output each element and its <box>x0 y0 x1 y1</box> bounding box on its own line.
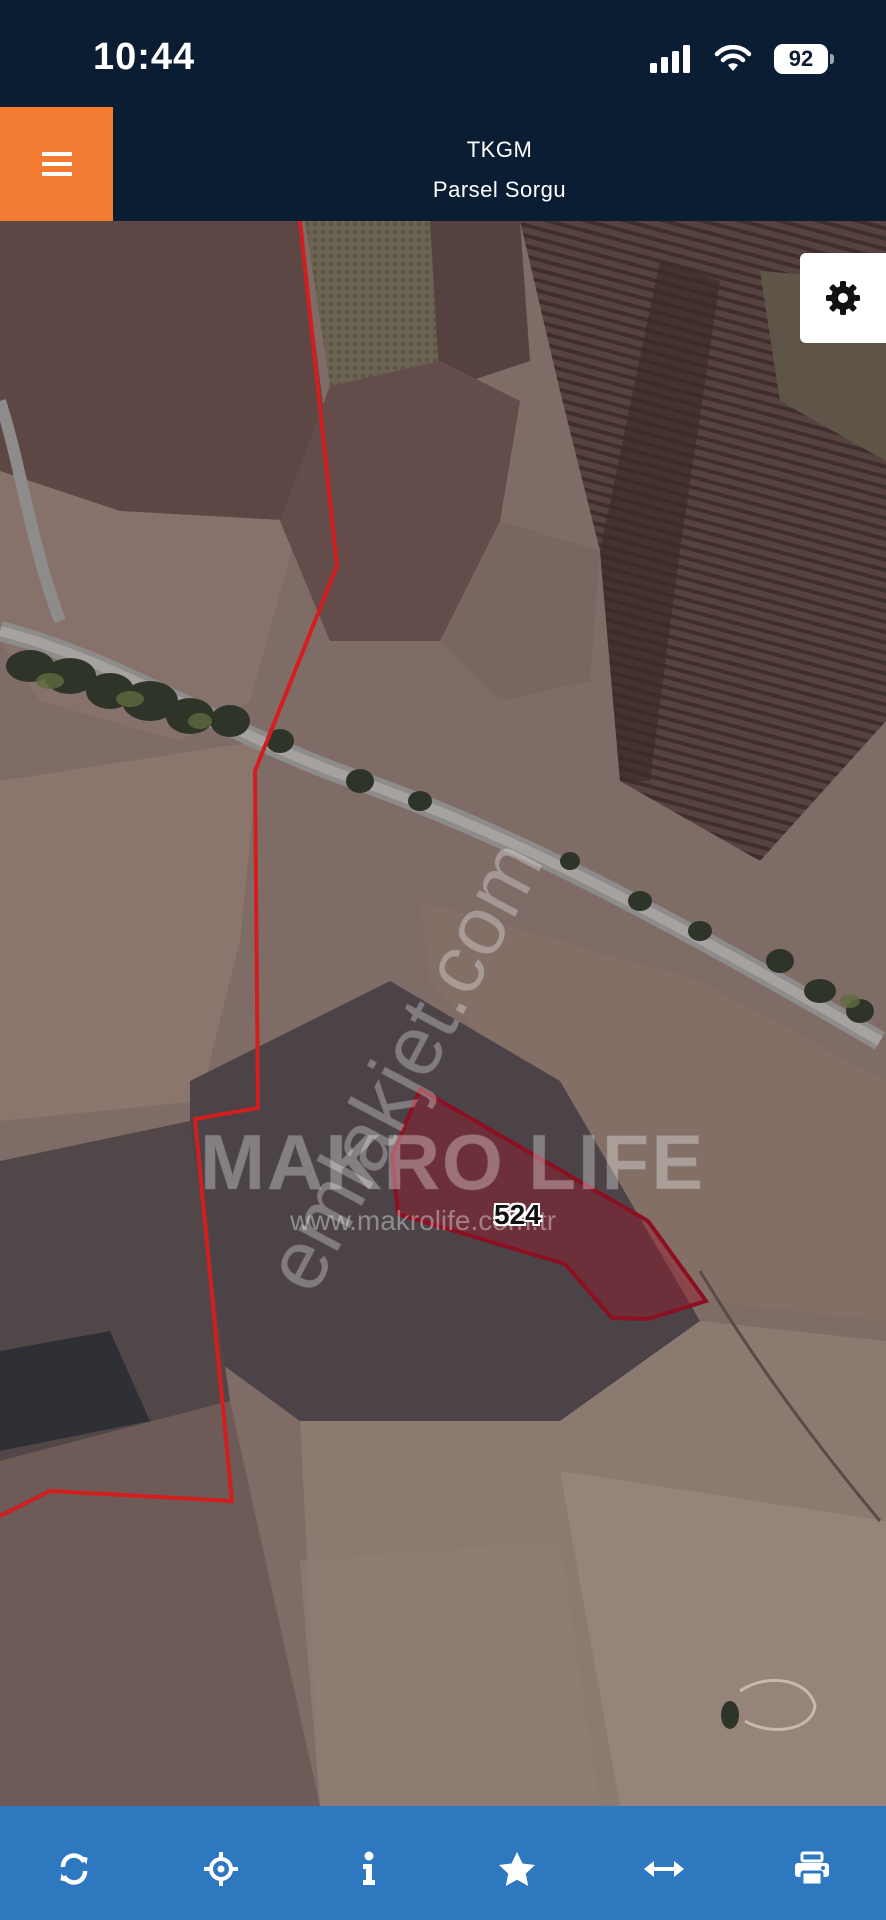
status-time: 10:44 <box>93 36 196 78</box>
status-icons: 92 <box>650 42 834 76</box>
print-icon <box>795 1851 830 1887</box>
measure-icon <box>644 1861 685 1877</box>
map-settings-button[interactable] <box>800 253 886 343</box>
print-button[interactable] <box>782 1844 842 1894</box>
refresh-icon <box>60 1853 88 1885</box>
battery-level: 92 <box>788 46 814 71</box>
parcel-number-label[interactable]: 524 <box>494 1199 541 1231</box>
menu-button[interactable] <box>0 107 113 221</box>
hamburger-menu-icon <box>41 152 72 176</box>
app-title: TKGM <box>466 137 533 162</box>
battery-icon: 92 <box>774 44 834 74</box>
info-icon <box>363 1851 376 1885</box>
signal-icon <box>650 45 690 73</box>
locate-icon <box>204 1852 239 1886</box>
favorite-star-icon <box>498 1852 535 1886</box>
gear-icon <box>826 281 860 315</box>
refresh-button[interactable] <box>44 1844 104 1894</box>
watermark-brand: MAKRO LIFE <box>199 1118 706 1207</box>
app-subtitle: Parsel Sorgu <box>432 177 567 202</box>
wifi-icon <box>714 45 752 71</box>
measure-button[interactable] <box>634 1844 694 1894</box>
app-header: TKGM Parsel Sorgu <box>0 107 886 221</box>
favorite-button[interactable] <box>487 1844 547 1894</box>
locate-button[interactable] <box>191 1844 251 1894</box>
bottom-toolbar <box>0 1806 886 1920</box>
info-button[interactable] <box>339 1844 399 1894</box>
satellite-map[interactable]: MAKRO LIFE www.makrolife.com.tr emlakjet… <box>0 221 886 1806</box>
status-bar: 10:44 92 <box>0 0 886 107</box>
